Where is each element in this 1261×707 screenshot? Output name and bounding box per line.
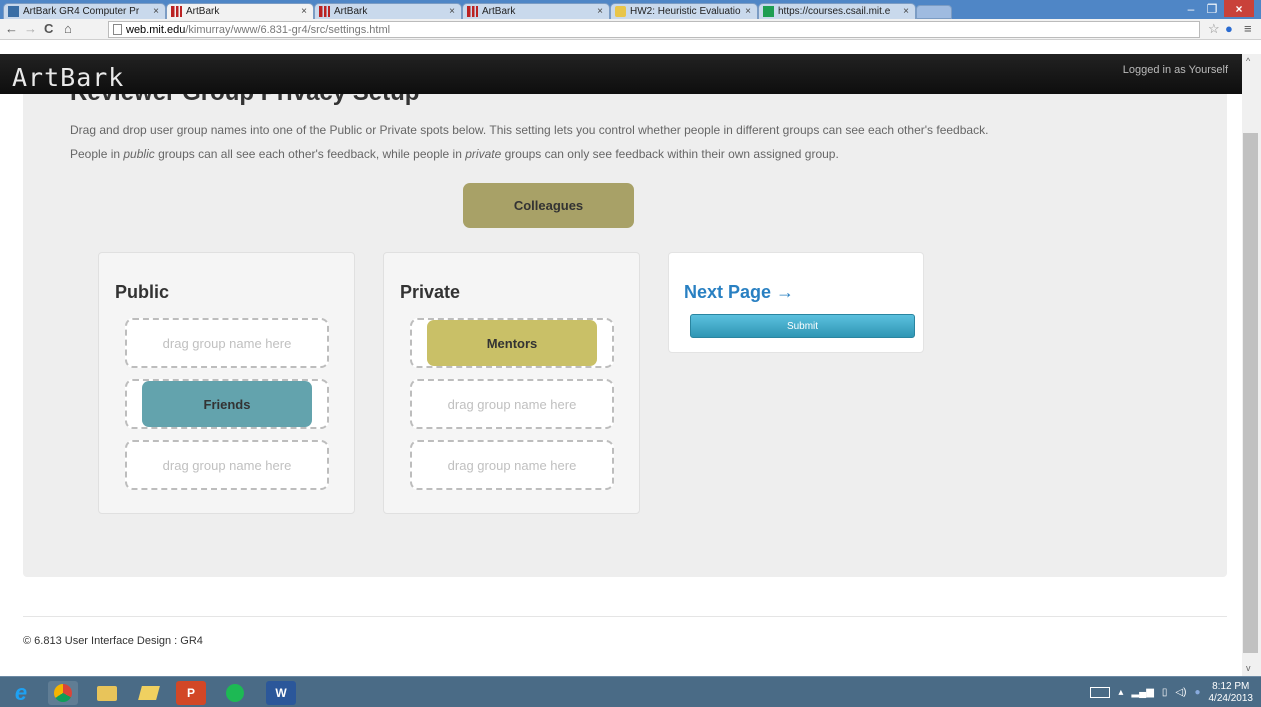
forward-icon[interactable]: →	[24, 21, 37, 36]
tab-title: ArtBark	[334, 6, 368, 17]
instructions-line-2: People in public groups can all see each…	[70, 147, 839, 161]
new-tab-button[interactable]	[916, 5, 952, 19]
public-drop-slot-2[interactable]: Friends	[125, 379, 329, 429]
next-page-link[interactable]: Next Page →	[684, 282, 794, 303]
menu-icon[interactable]: ≡	[1244, 21, 1252, 36]
spotify-icon[interactable]	[220, 681, 250, 705]
browser-tab-strip: ArtBark GR4 Computer Pr × ArtBark × ArtB…	[0, 0, 1261, 19]
keyboard-icon[interactable]	[1090, 687, 1111, 698]
clock-time: 8:12 PM	[1212, 680, 1250, 692]
close-window-icon[interactable]: ×	[1224, 0, 1254, 17]
tab-artbark-active[interactable]: ArtBark ×	[166, 3, 314, 19]
tab-close-icon[interactable]: ×	[745, 6, 751, 17]
reload-icon[interactable]: C	[44, 21, 53, 36]
network-icon[interactable]: ▂▄▆	[1131, 687, 1153, 698]
private-panel: Private Mentors drag group name here dra…	[383, 252, 640, 514]
tab-title: ArtBark GR4 Computer Pr	[23, 6, 140, 17]
private-drop-slot-2[interactable]: drag group name here	[410, 379, 614, 429]
instructions-text: groups can only see feedback within thei…	[501, 147, 839, 161]
tab-favicon-icon	[615, 6, 626, 17]
next-page-panel: Next Page → Submit	[668, 252, 924, 353]
group-pill-mentors[interactable]: Mentors	[427, 320, 597, 366]
instructions-text: People in	[70, 147, 124, 161]
private-drop-slot-1[interactable]: Mentors	[410, 318, 614, 368]
tab-artbark-3[interactable]: ArtBark ×	[462, 3, 610, 19]
tab-favicon-icon	[171, 6, 182, 17]
tab-hw2[interactable]: HW2: Heuristic Evaluation ×	[610, 3, 758, 19]
tab-artbark-2[interactable]: ArtBark ×	[314, 3, 462, 19]
group-pill-colleagues[interactable]: Colleagues	[463, 183, 634, 228]
public-title: Public	[115, 282, 170, 302]
browser-toolbar: ← → C ⌂ web.mit.edu/kimurray/www/6.831-g…	[0, 19, 1261, 40]
private-title: Private	[400, 282, 461, 302]
bookmark-star-icon[interactable]: ☆	[1208, 21, 1220, 37]
minimize-icon[interactable]: –	[1180, 0, 1202, 17]
tab-close-icon[interactable]: ×	[153, 6, 159, 17]
app-icon[interactable]	[134, 681, 164, 705]
extension-icon[interactable]: ●	[1225, 21, 1233, 36]
public-panel: Public drag group name here Friends drag…	[98, 252, 355, 514]
submit-button[interactable]: Submit	[690, 314, 915, 338]
login-status: Logged in as Yourself	[1122, 64, 1228, 76]
tab-title: https://courses.csail.mit.e	[778, 6, 891, 17]
public-drop-slot-3[interactable]: drag group name here	[125, 440, 329, 490]
url-host: web.mit.edu	[126, 23, 186, 36]
tab-title: ArtBark	[186, 6, 220, 17]
tab-close-icon[interactable]: ×	[597, 6, 603, 17]
volume-icon[interactable]: ◁)	[1175, 687, 1186, 698]
powerpoint-icon[interactable]: P	[176, 681, 206, 705]
group-pill-friends[interactable]: Friends	[142, 381, 312, 427]
instructions-text: groups can all see each other's feedback…	[154, 147, 466, 161]
word-icon[interactable]: W	[266, 681, 296, 705]
tab-close-icon[interactable]: ×	[449, 6, 455, 17]
tab-artbark-gr4[interactable]: ArtBark GR4 Computer Pr ×	[3, 3, 166, 19]
tab-close-icon[interactable]: ×	[301, 6, 307, 17]
scroll-up-icon[interactable]: ^	[1246, 56, 1250, 66]
tab-courses[interactable]: https://courses.csail.mit.e ×	[758, 3, 916, 19]
tab-favicon-icon	[319, 6, 330, 17]
tab-favicon-icon	[467, 6, 478, 17]
clock[interactable]: 8:12 PM 4/24/2013	[1209, 681, 1254, 705]
private-drop-slot-3[interactable]: drag group name here	[410, 440, 614, 490]
url-path: /kimurray/www/6.831-gr4/src/settings.htm…	[185, 23, 391, 36]
scrollbar-thumb[interactable]	[1243, 133, 1258, 653]
scroll-down-icon[interactable]: v	[1246, 663, 1251, 673]
restore-icon[interactable]: ❐	[1202, 0, 1222, 17]
back-icon[interactable]: ←	[5, 21, 18, 36]
home-icon[interactable]: ⌂	[64, 21, 72, 36]
instructions-emphasis: public	[123, 147, 155, 161]
clock-date: 4/24/2013	[1208, 692, 1254, 704]
page-icon	[113, 24, 122, 35]
app-navbar: ArtBark Logged in as Yourself	[0, 54, 1242, 94]
brand-logo[interactable]: ArtBark	[12, 63, 124, 92]
address-bar[interactable]: web.mit.edu/kimurray/www/6.831-gr4/src/s…	[108, 21, 1200, 38]
tab-title: HW2: Heuristic Evaluation	[630, 6, 742, 17]
file-explorer-icon[interactable]	[92, 681, 122, 705]
instructions-line-1: Drag and drop user group names into one …	[70, 123, 989, 137]
show-hidden-icon[interactable]: ▴	[1118, 687, 1123, 698]
tab-favicon-icon	[763, 6, 774, 17]
internet-explorer-icon[interactable]: e	[6, 680, 36, 705]
chrome-icon[interactable]	[48, 681, 78, 705]
tab-close-icon[interactable]: ×	[903, 6, 909, 17]
tab-title: ArtBark	[482, 6, 516, 17]
instructions-emphasis: private	[465, 147, 502, 161]
taskbar: e P W ▴ ▂▄▆ ▯ ◁) ● 8:12 PM 4/24/2013	[0, 676, 1261, 707]
footer-text: © 6.813 User Interface Design : GR4	[23, 635, 203, 647]
system-tray: ▴ ▂▄▆ ▯ ◁) ● 8:12 PM 4/24/2013	[1090, 679, 1253, 706]
tab-favicon-icon	[8, 6, 19, 17]
public-drop-slot-1[interactable]: drag group name here	[125, 318, 329, 368]
sync-icon[interactable]: ●	[1194, 687, 1200, 698]
battery-icon[interactable]: ▯	[1162, 687, 1168, 698]
footer-divider	[23, 616, 1227, 617]
